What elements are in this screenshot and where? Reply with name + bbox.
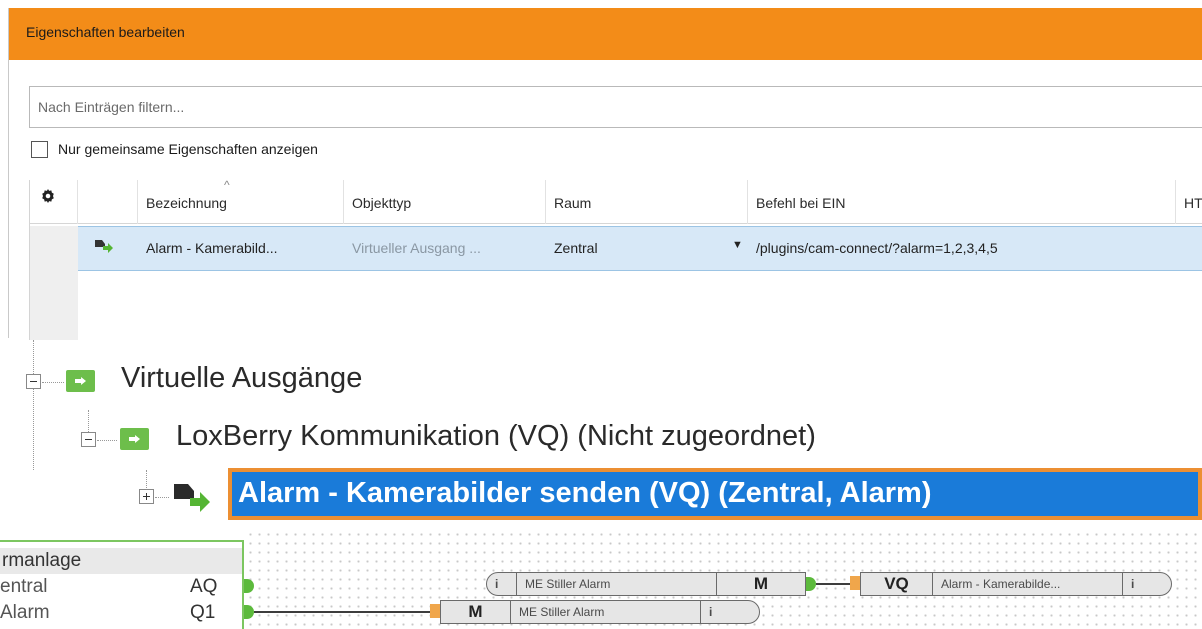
cell-type: Virtueller Ausgang ...: [352, 240, 481, 256]
input-connector: [430, 604, 440, 618]
virtual-output-icon: [174, 484, 210, 512]
column-header-name[interactable]: Bezeichnung ^: [138, 178, 344, 224]
icon-column-header: [78, 180, 138, 224]
cell-name[interactable]: Alarm - Kamerabild...: [138, 227, 344, 270]
info-icon[interactable]: i: [701, 601, 759, 623]
column-header-command[interactable]: Befehl bei EIN: [748, 180, 1176, 224]
properties-dialog: Eigenschaften bearbeiten Nur gemeinsame …: [8, 8, 1202, 340]
input-connector: [850, 576, 860, 590]
memory-flag-type: M: [441, 601, 511, 623]
tree-connector: [155, 497, 169, 498]
properties-grid: Bezeichnung ^ Objekttyp Raum Befehl bei …: [29, 178, 1202, 340]
selected-node-label: Alarm - Kamerabilder senden (VQ) (Zentra…: [238, 477, 932, 509]
memory-flag-block[interactable]: M ME Stiller Alarm i: [440, 600, 760, 624]
column-header-room[interactable]: Raum: [546, 180, 748, 224]
filter-input[interactable]: [30, 87, 1202, 127]
memory-flag-block[interactable]: i ME Stiller Alarm M: [486, 572, 806, 596]
tree-node-selected[interactable]: Alarm - Kamerabilder senden (VQ) (Zentra…: [228, 468, 1202, 520]
tree-guide-line: [146, 470, 147, 490]
block-input-label: Alarm: [0, 602, 50, 623]
info-icon[interactable]: i: [1123, 573, 1171, 595]
folder-icon: [66, 370, 95, 392]
common-properties-option[interactable]: Nur gemeinsame Eigenschaften anzeigen: [31, 138, 318, 160]
block-output-label: AQ: [190, 576, 218, 597]
column-header-ht[interactable]: HT: [1176, 180, 1202, 224]
function-block[interactable]: rmanlage entral AQ Alarm Q1: [0, 540, 244, 629]
common-properties-label: Nur gemeinsame Eigenschaften anzeigen: [58, 141, 318, 157]
tree-guide-line: [33, 340, 34, 470]
table-row[interactable]: Alarm - Kamerabild... Virtueller Ausgang…: [78, 226, 1202, 271]
dialog-title: Eigenschaften bearbeiten: [26, 24, 185, 40]
tree-node-loxberry[interactable]: LoxBerry Kommunikation (VQ) (Nicht zugeo…: [176, 420, 816, 453]
tree-connector: [97, 440, 117, 441]
vq-label: Alarm - Kamerabilde...: [933, 573, 1123, 595]
tree-connector: [42, 382, 64, 383]
memory-flag-type: M: [753, 574, 769, 593]
collapse-icon[interactable]: [81, 432, 96, 447]
memory-flag-label: ME Stiller Alarm: [511, 601, 701, 623]
memory-flag-label: ME Stiller Alarm: [517, 573, 717, 595]
block-input-label: entral: [0, 576, 48, 597]
collapse-icon[interactable]: [26, 374, 41, 389]
cell-room[interactable]: Zentral ▼: [546, 227, 748, 270]
virtual-output-block[interactable]: VQ Alarm - Kamerabilde... i: [860, 572, 1172, 596]
common-properties-checkbox[interactable]: [31, 140, 48, 158]
block-output-label: Q1: [190, 602, 216, 623]
tree-node-virtual-outputs[interactable]: Virtuelle Ausgänge: [121, 362, 362, 395]
virtual-output-icon: [95, 240, 113, 253]
column-header-type[interactable]: Objekttyp: [344, 180, 546, 224]
cell-command[interactable]: /plugins/cam-connect/?alarm=1,2,3,4,5: [748, 227, 1202, 270]
sort-ascending-icon: ^: [224, 178, 230, 192]
row-icon-cell: [78, 227, 138, 270]
gear-icon[interactable]: [41, 189, 55, 203]
filter-field[interactable]: [29, 86, 1202, 128]
cell-room-value: Zentral: [554, 240, 598, 256]
dialog-titlebar: Eigenschaften bearbeiten: [9, 8, 1202, 60]
vq-type: VQ: [861, 573, 933, 595]
settings-column-header[interactable]: [30, 180, 78, 224]
dropdown-arrow-icon[interactable]: ▼: [732, 239, 743, 251]
folder-icon: [120, 428, 149, 450]
block-title: rmanlage: [0, 548, 242, 574]
connection-line[interactable]: [816, 583, 850, 585]
grid-header: Bezeichnung ^ Objekttyp Raum Befehl bei …: [30, 178, 1202, 224]
info-icon[interactable]: i: [487, 573, 517, 595]
connection-line[interactable]: [254, 611, 430, 613]
row-header-column: [30, 226, 78, 340]
expand-icon[interactable]: [139, 489, 154, 504]
